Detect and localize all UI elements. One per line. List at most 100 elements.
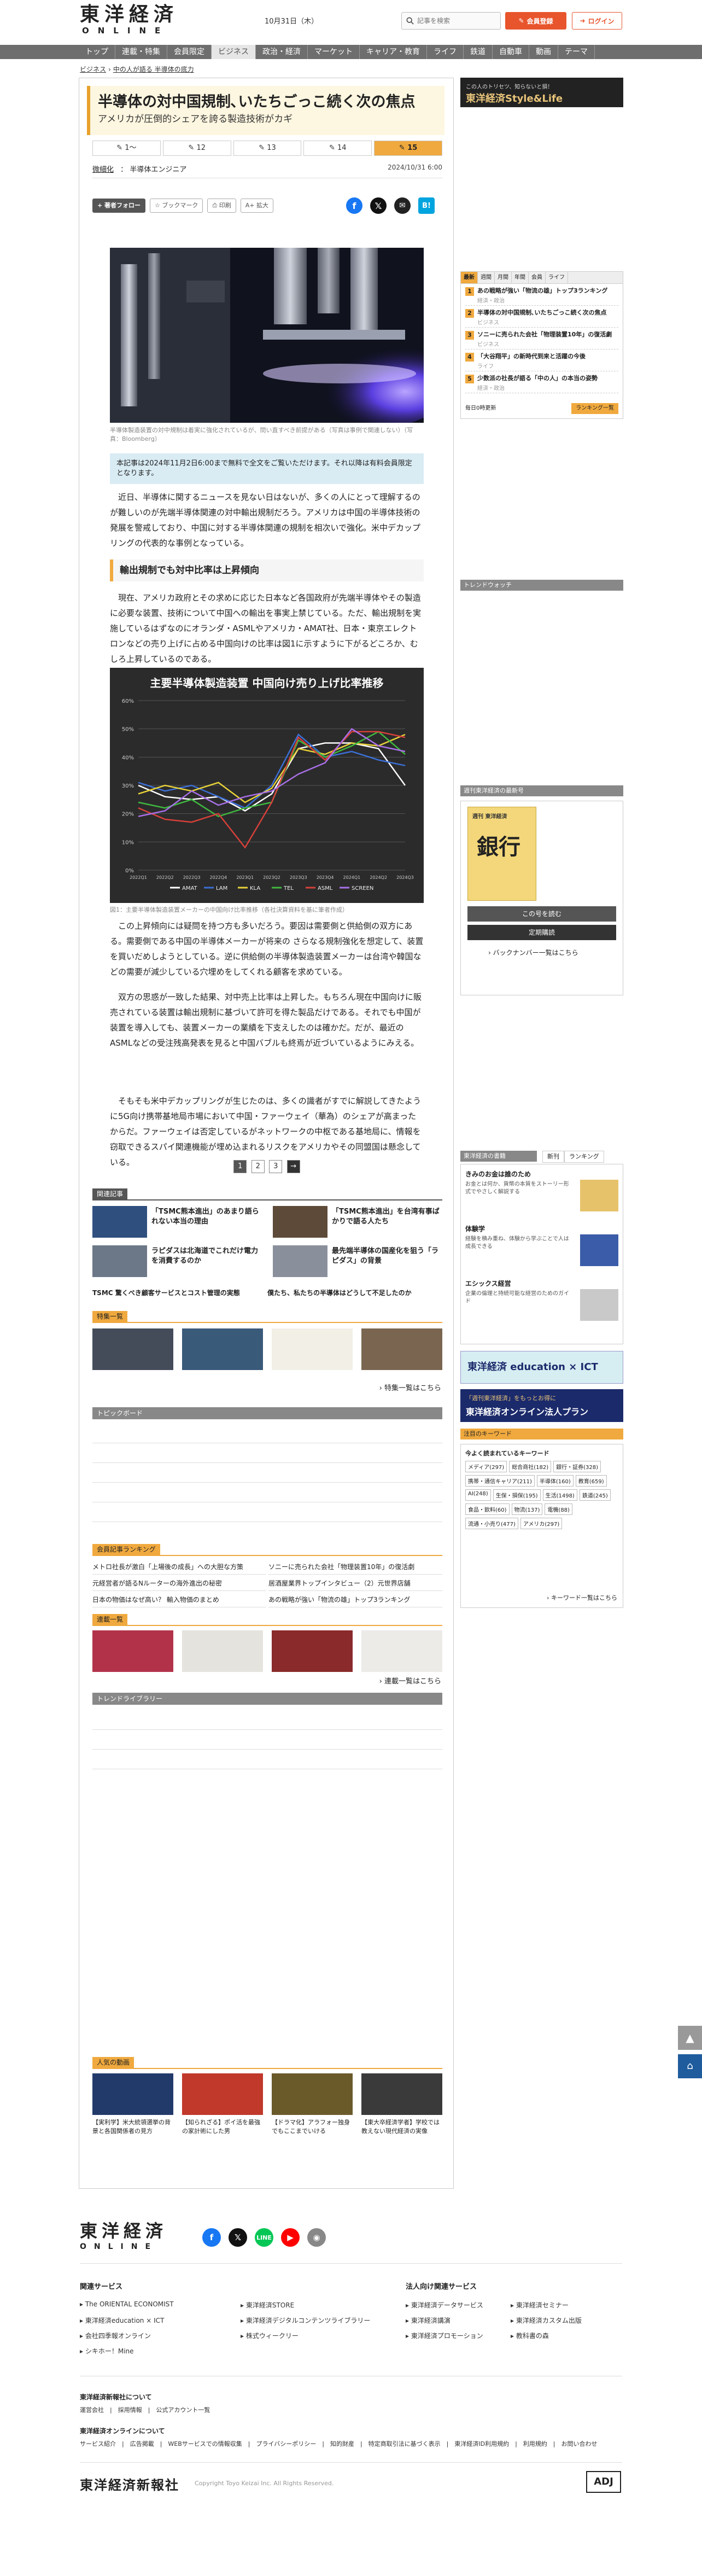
- tokushu-card[interactable]: [361, 1328, 442, 1370]
- search-box[interactable]: [401, 12, 501, 30]
- footer-service-link[interactable]: ▸ 東洋経済デジタルコンテンツライブラリー: [241, 2316, 370, 2325]
- bookmark-hatena-icon[interactable]: ✉: [394, 197, 411, 214]
- magazine-read-button[interactable]: この号を読む: [467, 906, 616, 922]
- trend-library-row[interactable]: [92, 1730, 442, 1750]
- footer-corp-link[interactable]: ▸ 東洋経済カスタム出版: [511, 2316, 582, 2325]
- nav-member-only[interactable]: 会員限定: [167, 45, 212, 59]
- nav-market[interactable]: マーケット: [308, 45, 360, 59]
- ranking-tab[interactable]: 会員: [529, 272, 546, 283]
- footer-corp-link[interactable]: ▸ 東洋経済セミナー: [511, 2300, 569, 2310]
- keyword-tag[interactable]: 鉄道(245): [579, 1489, 611, 1501]
- keyword-tag[interactable]: 銀行・証券(328): [553, 1461, 601, 1472]
- ranking-tab[interactable]: 月間: [495, 272, 512, 283]
- topic-board-row[interactable]: [92, 1502, 442, 1522]
- popular-video-card[interactable]: 【東大卒経済学者】学校では教えない現代経済の実像: [361, 2073, 442, 2136]
- books-tab[interactable]: 新刊: [542, 1151, 564, 1163]
- trend-library-row[interactable]: [92, 1710, 442, 1730]
- paid-ranking-item[interactable]: あの戦略が強い「物流の雄」トップ3ランキング: [268, 1592, 442, 1607]
- series-tab[interactable]: ✎ 14: [303, 141, 372, 156]
- search-input[interactable]: [417, 17, 499, 25]
- tokushu-card[interactable]: [92, 1328, 173, 1370]
- footer-service-link[interactable]: ▸ 東洋経済education × ICT: [80, 2316, 164, 2325]
- nav-career[interactable]: キャリア・教育: [360, 45, 427, 59]
- footer-service-link[interactable]: ▸ The ORIENTAL ECONOMIST: [80, 2300, 174, 2308]
- breadcrumb-series[interactable]: 中の人が語る 半導体の底力: [113, 66, 194, 73]
- ad-banner-education[interactable]: 東洋経済 education × ICT: [460, 1351, 623, 1384]
- footer-publisher-links[interactable]: 運営会社 | 採用情報 | 公式アカウント一覧: [80, 2405, 210, 2414]
- popular-video-card[interactable]: 【ドラマ化】アラフォー独身でもここまでいける: [272, 2073, 353, 2136]
- keyword-tag[interactable]: 携帯・通信キャリア(211): [465, 1475, 535, 1487]
- related-text-link[interactable]: TSMC 驚くべき顧客サービスとコスト管理の実態: [92, 1288, 267, 1297]
- serial-card[interactable]: [361, 1630, 442, 1672]
- facebook-icon[interactable]: f: [202, 2228, 221, 2247]
- follow-author-button[interactable]: + 著者フォロー: [92, 199, 146, 213]
- popular-video-card[interactable]: 【知られざる】ポイ活を最強の家計術にした男: [182, 2073, 263, 2136]
- series-tab[interactable]: ✎ 12: [162, 141, 231, 156]
- facebook-icon[interactable]: f: [346, 197, 362, 214]
- related-item[interactable]: 「TSMC熊本進出」のあまり語られない本当の理由: [92, 1204, 262, 1240]
- ranking-item[interactable]: 3 ソニーに売られた会社「物理装置10年」の復活劇 ビジネス: [465, 331, 618, 349]
- breadcrumb-business[interactable]: ビジネス: [80, 66, 106, 73]
- paid-ranking-item[interactable]: 居酒屋業界トップインタビュー（2）元世界店舗: [268, 1576, 442, 1591]
- books-tab[interactable]: ランキング: [564, 1151, 604, 1163]
- hatena-icon[interactable]: B!: [418, 197, 435, 214]
- popular-video-card[interactable]: 【実利学】米大統領選挙の背景と各国関係者の見方: [92, 2073, 173, 2136]
- scroll-top-button[interactable]: ▲: [678, 2026, 702, 2050]
- ranking-tab[interactable]: 週間: [478, 272, 495, 283]
- related-item[interactable]: 「TSMC熊本進出」を台湾有事ばかりで語る人たち: [273, 1204, 442, 1240]
- keyword-tag[interactable]: 食品・飲料(60): [465, 1503, 510, 1515]
- paid-ranking-item[interactable]: ソニーに売られた会社「物理装置10年」の復活劇: [268, 1559, 442, 1575]
- ranking-tab[interactable]: 年間: [512, 272, 529, 283]
- book-item[interactable]: 体験学 経験を積み重ね、体験から学ぶことで人は成長できる: [465, 1225, 618, 1266]
- serial-card[interactable]: [182, 1630, 263, 1672]
- nav-top[interactable]: トップ: [79, 45, 115, 59]
- footer-online-links[interactable]: サービス紹介 | 広告掲載 | WEBサービスでの情報収集 | プライバシーポリ…: [80, 2439, 598, 2448]
- serial-more-link[interactable]: › 連載一覧はこちら: [379, 1675, 441, 1686]
- topic-board-row[interactable]: [92, 1483, 442, 1502]
- author-name[interactable]: 半導体エンジニア: [130, 166, 186, 174]
- ranking-item[interactable]: 2 半導体の対中国規制､いたちごっこ続く次の焦点 ビジネス: [465, 309, 618, 328]
- youtube-icon[interactable]: ▶: [281, 2228, 300, 2247]
- ad-banner-style-life[interactable]: この人のトリセツ、知らないと損！ 東洋経済Style&Life: [460, 78, 623, 107]
- tokushu-card[interactable]: [272, 1328, 353, 1370]
- footer-corp-link[interactable]: ▸ 教科書の森: [511, 2331, 549, 2340]
- home-icon[interactable]: ⌂: [678, 2054, 702, 2078]
- serial-card[interactable]: [272, 1630, 353, 1672]
- keyword-tag[interactable]: 生活(1498): [542, 1489, 577, 1501]
- tokushu-more-link[interactable]: › 特集一覧はこちら: [379, 1382, 441, 1392]
- ranking-list-button[interactable]: ランキング一覧: [571, 403, 618, 414]
- author-category[interactable]: 微細化: [92, 166, 114, 174]
- site-logo[interactable]: 東洋経済 ONLINE: [80, 3, 182, 38]
- keyword-tag[interactable]: 流通・小売り(477): [465, 1518, 518, 1529]
- page-3[interactable]: 3: [269, 1160, 283, 1173]
- keyword-tag[interactable]: 電機(88): [545, 1503, 572, 1515]
- keyword-tag[interactable]: アメリカ(297): [520, 1518, 563, 1529]
- nav-business[interactable]: ビジネス: [212, 45, 256, 59]
- nav-series[interactable]: 連載・特集: [115, 45, 167, 59]
- related-text-link[interactable]: 僕たち、私たちの半導体はどうして不足したのか: [267, 1288, 442, 1297]
- nav-politics-economy[interactable]: 政治・経済: [256, 45, 308, 59]
- ranking-item[interactable]: 1 あの戦略が強い「物流の雄」トップ3ランキング 経済・政治: [465, 287, 618, 306]
- paid-ranking-item[interactable]: 日本の物価はなぜ高い？ 輸入物価のまとめ: [92, 1592, 266, 1607]
- book-item[interactable]: きみのお金は誰のため お金とは何か、貨幣の本質をストーリー形式でやさしく解説する: [465, 1170, 618, 1211]
- footer-service-link[interactable]: ▸ シキホー！Mine: [80, 2346, 134, 2356]
- next-page-button[interactable]: →: [286, 1160, 300, 1173]
- book-item[interactable]: エシックス経営 企業の倫理と持続可能な経営のためのガイド: [465, 1279, 618, 1321]
- page-2[interactable]: 2: [251, 1160, 265, 1173]
- paid-ranking-item[interactable]: メトロ社長が激白「上場後の成長」への大胆な方策: [92, 1559, 266, 1575]
- magazine-subscribe-button[interactable]: 定期購読: [467, 925, 616, 940]
- keyword-tag[interactable]: 物流(137): [511, 1503, 543, 1515]
- series-tab[interactable]: ✎ 13: [233, 141, 302, 156]
- publisher-logo[interactable]: 東洋経済新報社: [80, 2474, 179, 2493]
- nav-auto[interactable]: 自動車: [493, 45, 529, 59]
- font-size-button[interactable]: A+ 拡大: [240, 199, 273, 213]
- keyword-tag[interactable]: 教育(659): [575, 1475, 607, 1487]
- print-button[interactable]: ⎙ 印刷: [207, 199, 236, 213]
- ranking-item[interactable]: 4 「大谷翔平」の新時代到来と活躍の今後 ライフ: [465, 353, 618, 371]
- nav-railway[interactable]: 鉄道: [464, 45, 493, 59]
- magazine-cover[interactable]: 週刊 東洋経済 銀行: [467, 807, 536, 901]
- series-tab-current[interactable]: ✎ 15: [374, 141, 442, 156]
- x-icon[interactable]: 𝕏: [370, 197, 387, 214]
- ranking-item[interactable]: 5 少数派の社長が語る「中の人」の本当の姿勢 経済・政治: [465, 375, 618, 393]
- nav-theme[interactable]: テーマ: [558, 45, 595, 59]
